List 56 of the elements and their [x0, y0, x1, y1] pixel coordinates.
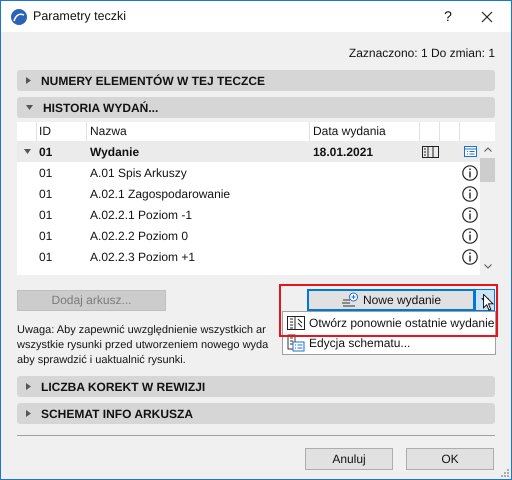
group-row[interactable]: 01 Wydanie 18.01.2021 [17, 141, 480, 162]
table-cell-text: 01 [38, 164, 54, 182]
expand-arrow-icon [26, 77, 31, 84]
note-text: Uwaga: Aby zapewnić uwzględnienie wszystkich ar [17, 323, 266, 338]
section-title: SCHEMAT INFO ARKUSZA [41, 406, 193, 422]
section-header[interactable]: HISTORIA WYDAŃ... [17, 97, 495, 118]
table-cell-text: A.02.2.3 Poziom +1 [89, 248, 196, 266]
selection-status: Zaznaczono: 1 Do zmian: 1 [348, 45, 495, 62]
columns-icon[interactable] [422, 146, 438, 158]
list-document-icon [287, 334, 305, 352]
table-cell-text: 01 [38, 228, 54, 244]
note-text: aby sprawdzić i uaktualnić rysunki. [17, 353, 186, 368]
info-icon[interactable] [462, 206, 478, 222]
list-icon[interactable] [464, 146, 476, 157]
table-cell-text: A.02.2.2 Poziom 0 [89, 228, 190, 244]
dialog-button[interactable]: Anuluj [305, 448, 393, 470]
table-cell-text: A.02.1 Zagospodarowanie [89, 186, 232, 202]
scroll-down-icon[interactable] [484, 264, 492, 269]
scroll-up-icon[interactable] [484, 147, 492, 152]
menu-item[interactable]: Edycja schematu... [283, 333, 495, 353]
menu-item-label: Otwórz ponownie ostatnie wydanie [309, 315, 494, 332]
scroll-thumb[interactable] [480, 158, 495, 182]
table-cell-text: 01 [38, 248, 54, 266]
table-cell-text: Wydanie [89, 144, 140, 160]
collapse-arrow-icon [24, 149, 30, 154]
menu-item-label: Edycja schematu... [309, 335, 410, 352]
expand-arrow-icon [26, 410, 31, 417]
info-icon[interactable] [462, 228, 478, 244]
section-title: HISTORIA WYDAŃ... [43, 100, 158, 116]
table-cell-text: 01 [38, 144, 54, 160]
info-icon[interactable] [462, 186, 478, 202]
section-header[interactable]: SCHEMAT INFO ARKUSZA [17, 403, 495, 424]
window-title: Parametry teczki [33, 8, 126, 26]
resize-grip-icon[interactable] [501, 469, 509, 477]
table-cell-text: 18.01.2021 [312, 144, 374, 160]
app-logo-icon [11, 8, 27, 24]
collapse-arrow-icon [26, 105, 33, 110]
add-document-icon [340, 292, 359, 308]
menu-item[interactable]: Otwórz ponownie ostatnie wydanie [283, 313, 495, 333]
section-header[interactable]: LICZBA KOREKT W REWIZJI [17, 376, 495, 397]
table-cell-text: A.02.2.1 Poziom -1 [89, 206, 194, 224]
table-cell-text: 01 [38, 206, 54, 224]
layout-icon [287, 316, 305, 330]
dialog-button[interactable]: OK [406, 448, 494, 470]
note-text: wszystkie rysunki przed utworzeniem nowego wyda [17, 338, 268, 353]
section-header[interactable]: NUMERY ELEMENTÓW W TEJ TECZCE [17, 70, 495, 91]
close-icon[interactable] [481, 10, 493, 22]
table-cell-text: 01 [38, 186, 54, 202]
section-title: LICZBA KOREKT W REWIZJI [41, 378, 206, 396]
info-icon[interactable] [462, 164, 478, 180]
new-issue-button[interactable]: Nowe wydanie [307, 289, 475, 311]
table-cell-text: A.01 Spis Arkuszy [89, 164, 188, 182]
section-title: NUMERY ELEMENTÓW W TEJ TECZCE [41, 72, 266, 90]
help-button[interactable]: ? [425, 6, 471, 27]
info-icon[interactable] [462, 248, 478, 264]
expand-arrow-icon [26, 383, 31, 390]
